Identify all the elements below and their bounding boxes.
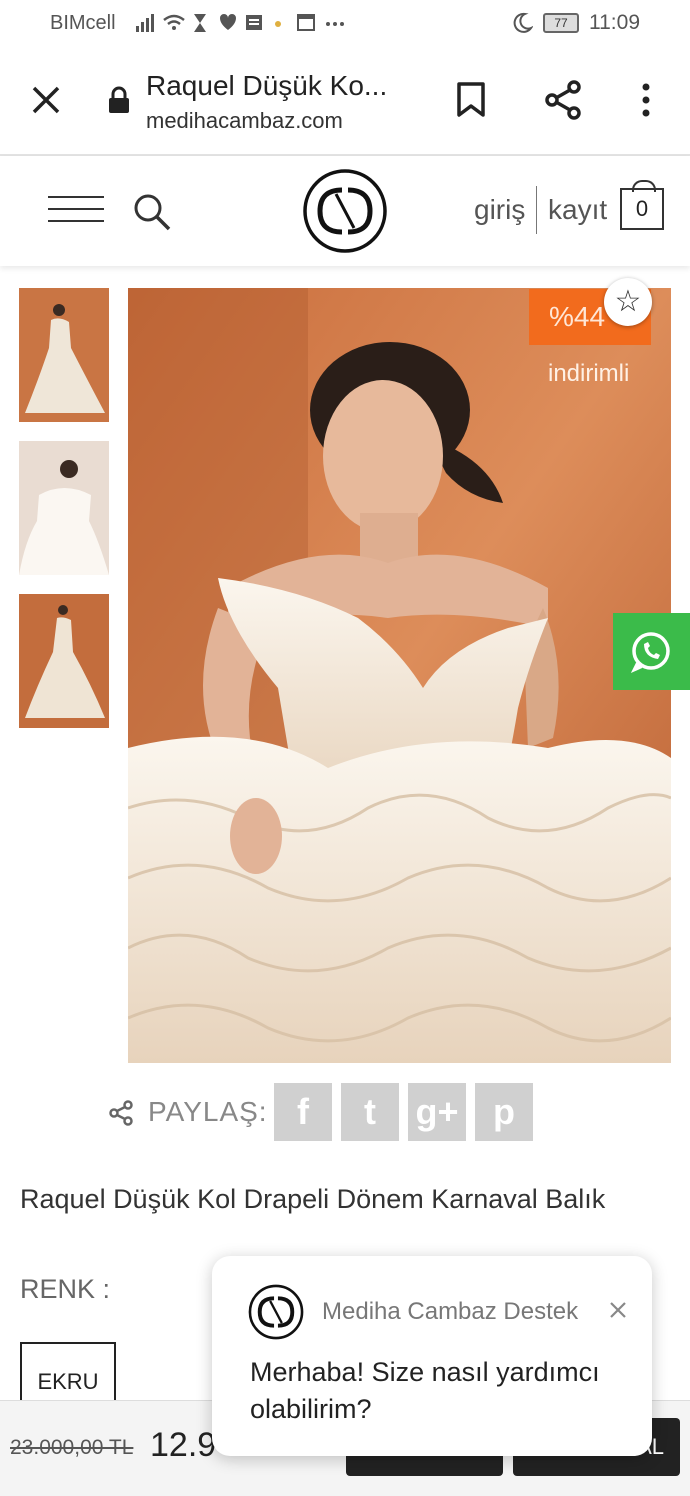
site-header: giriş kayıt 0 [0,156,690,266]
status-bar: BIMcell 77 11:09 [0,0,690,46]
lock-icon [109,86,129,113]
star-icon: ☆ [614,285,642,318]
share-small-icon [109,1100,133,1126]
chat-agent-name: Mediha Cambaz Destek [322,1298,579,1325]
pinterest-share-button[interactable]: p [475,1083,533,1141]
new-price: 12.9 [150,1426,217,1464]
favorite-star-button[interactable]: ☆ [604,278,652,326]
status-right: 77 11:09 [511,11,640,35]
page-title: Raquel Düşük Ko... [146,70,388,101]
browser-toolbar: Raquel Düşük Ko... medihacambaz.com [0,46,690,156]
color-label: RENK : [20,1274,111,1304]
whatsapp-button[interactable] [613,613,690,690]
product-thumbnail-3[interactable] [19,594,109,728]
status-icons [136,12,346,39]
product-thumbnail-2[interactable] [19,441,109,575]
hamburger-menu-icon[interactable] [48,196,104,232]
share-label: PAYLAŞ: [148,1096,268,1127]
search-icon[interactable] [132,192,172,232]
clock: 11:09 [589,11,640,34]
whatsapp-icon [630,632,670,674]
login-link[interactable]: giriş [474,194,525,226]
site-logo[interactable] [302,168,388,254]
battery-indicator: 77 [543,13,579,33]
more-options-icon[interactable] [636,82,656,118]
product-thumbnail-1[interactable] [19,288,109,422]
facebook-share-button[interactable]: f [274,1083,332,1141]
old-price: 23.000,00 TL [10,1436,134,1459]
product-main-image[interactable] [128,288,671,1063]
moon-icon [513,12,533,33]
discount-label: indirimli [548,360,630,387]
product-title: Raquel Düşük Kol Drapeli Dönem Karnaval … [20,1184,606,1214]
cart-button[interactable]: 0 [620,180,664,230]
close-tab-icon[interactable] [28,82,64,118]
header-divider [536,186,537,234]
bookmark-icon[interactable] [456,82,486,118]
share-icon[interactable] [544,80,582,120]
page-url[interactable]: medihacambaz.com [146,108,343,134]
chat-message: Merhaba! Size nasıl yardımcı olabilirim? [250,1357,600,1424]
carrier-name: BIMcell [50,12,116,34]
support-chat-popup[interactable]: Mediha Cambaz Destek Merhaba! Size nasıl… [212,1256,652,1456]
twitter-share-button[interactable]: t [341,1083,399,1141]
google-plus-share-button[interactable]: g+ [408,1083,466,1141]
chat-close-icon[interactable] [608,1300,628,1320]
register-link[interactable]: kayıt [548,194,607,226]
color-option-ekru[interactable]: EKRU [20,1342,116,1402]
chat-avatar-logo [248,1284,304,1340]
